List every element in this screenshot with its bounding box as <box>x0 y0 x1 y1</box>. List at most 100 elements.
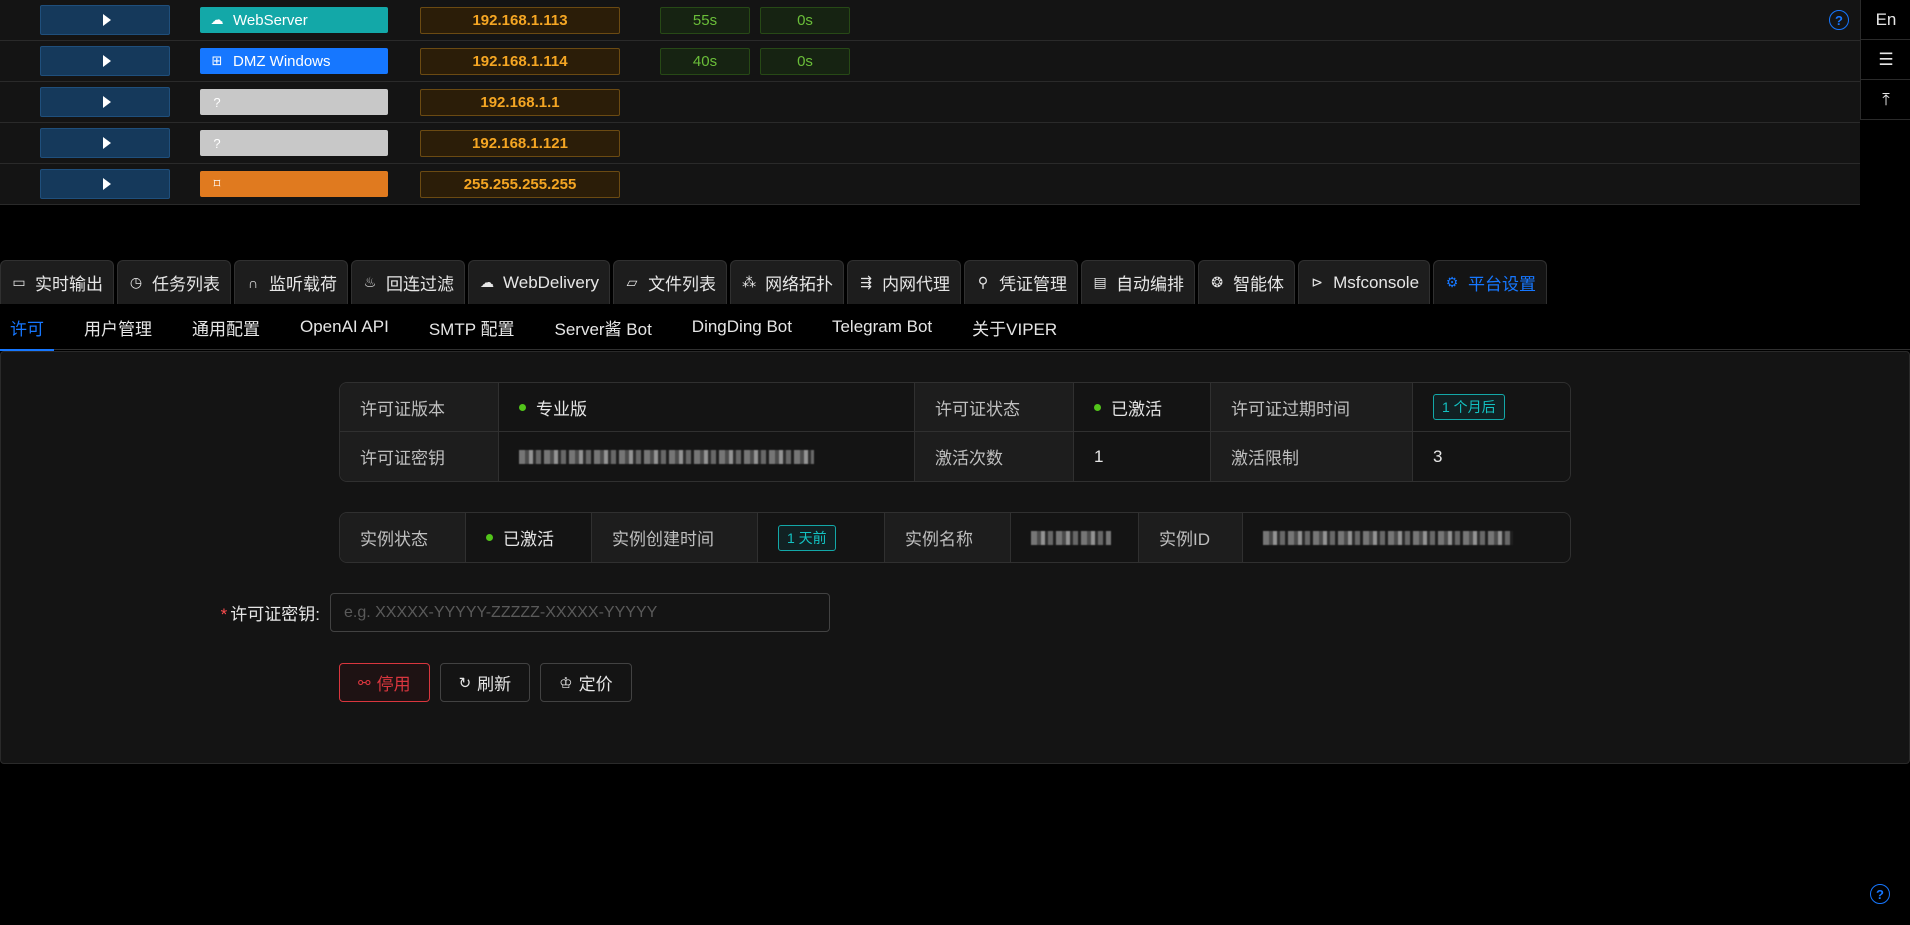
subtab-dingding-bot[interactable]: DingDing Bot <box>692 304 792 350</box>
instance-info: 实例状态 已激活 实例创建时间 1 天前 实例名称 实例ID <box>339 512 1571 563</box>
instance-created-label: 实例创建时间 <box>592 513 758 562</box>
license-key-form-row: * 许可证密钥: <box>200 593 830 632</box>
tab-listener-payload[interactable]: ∩ 监听载荷 <box>234 260 348 304</box>
play-icon[interactable] <box>40 87 170 117</box>
gear-icon: ⚙ <box>1445 274 1459 290</box>
instance-id-label: 实例ID <box>1139 513 1243 562</box>
ip-address[interactable]: 192.168.1.1 <box>420 89 620 116</box>
clock-icon: ◷ <box>129 274 143 290</box>
delay-time: 0s <box>760 48 850 75</box>
help-icon[interactable]: ? <box>1829 10 1849 30</box>
ip-address[interactable]: 192.168.1.114 <box>420 48 620 75</box>
tab-msfconsole[interactable]: ⊳ Msfconsole <box>1298 260 1431 304</box>
refresh-button[interactable]: ↻ 刷新 <box>439 663 531 702</box>
subtab-telegram-bot[interactable]: Telegram Bot <box>832 304 932 350</box>
expire-tag: 1 个月后 <box>1433 394 1505 420</box>
os-tag: ? <box>200 130 388 156</box>
tab-label: Msfconsole <box>1333 272 1420 292</box>
license-key-field-label: * 许可证密钥: <box>200 600 330 625</box>
os-tag: ⊞ DMZ Windows <box>200 48 388 74</box>
tab-webdelivery[interactable]: ☁ WebDelivery <box>468 260 611 304</box>
tab-label: 自动编排 <box>1116 275 1185 294</box>
subtab-about-viper[interactable]: 关于VIPER <box>972 304 1057 350</box>
crown-icon: ♔ <box>559 674 573 692</box>
main-tabs: ▭ 实时输出 ◷ 任务列表 ∩ 监听载荷 ♨ 回连过滤 ☁ WebDeliver… <box>0 260 1550 304</box>
ip-address[interactable]: 192.168.1.121 <box>420 130 620 157</box>
instance-status-label: 实例状态 <box>340 513 466 562</box>
tab-realtime-output[interactable]: ▭ 实时输出 <box>0 260 114 304</box>
activation-limit-label: 激活限制 <box>1211 432 1413 481</box>
tab-network-topology[interactable]: ⁂ 网络拓扑 <box>730 260 845 304</box>
host-row[interactable]: ? 192.168.1.121 <box>0 123 1860 164</box>
license-key-input[interactable] <box>330 593 830 632</box>
book-icon: ▤ <box>1093 274 1107 290</box>
align-left-icon[interactable]: ☰ <box>1861 40 1910 80</box>
topology-icon: ⁂ <box>742 274 757 290</box>
host-table: ☁ WebServer 192.168.1.113 55s 0s ⊞ DMZ W… <box>0 0 1860 205</box>
ip-address[interactable]: 255.255.255.255 <box>420 171 620 198</box>
headphones-icon: ∩ <box>247 274 259 291</box>
tab-label: 内网代理 <box>882 275 951 294</box>
tab-platform-settings[interactable]: ⚙ 平台设置 <box>1433 260 1548 304</box>
tab-callback-filter[interactable]: ♨ 回连过滤 <box>351 260 465 304</box>
tab-task-list[interactable]: ◷ 任务列表 <box>117 260 231 304</box>
button-label: 刷新 <box>477 675 512 694</box>
cloud-icon: ☁ <box>210 12 224 27</box>
os-label: DMZ Windows <box>233 52 331 70</box>
license-status-text: 已激活 <box>1111 399 1162 419</box>
play-icon[interactable] <box>40 128 170 158</box>
license-expire-label: 许可证过期时间 <box>1211 383 1413 432</box>
subtab-license[interactable]: 许可 <box>0 304 54 351</box>
field-label-text: 许可证密钥: <box>230 605 320 624</box>
proxy-icon: ⇶ <box>860 274 872 290</box>
subtab-openai-api[interactable]: OpenAI API <box>300 304 389 350</box>
tab-intranet-proxy[interactable]: ⇶ 内网代理 <box>847 260 962 304</box>
column-height-icon[interactable]: ⤒ <box>1861 80 1910 120</box>
host-row[interactable]: ☁ WebServer 192.168.1.113 55s 0s <box>0 0 1860 41</box>
tab-agent[interactable]: ❂ 智能体 <box>1198 260 1296 304</box>
redacted-license-key <box>519 449 814 464</box>
language-button[interactable]: En <box>1861 0 1910 40</box>
subtab-general-config[interactable]: 通用配置 <box>192 304 260 350</box>
host-row[interactable]: ? 192.168.1.1 <box>0 82 1860 123</box>
pricing-button[interactable]: ♔ 定价 <box>540 663 632 702</box>
license-version-value: 专业版 <box>499 383 915 432</box>
subtab-smtp-config[interactable]: SMTP 配置 <box>429 304 515 350</box>
deactivate-button[interactable]: ⚯ 停用 <box>339 663 430 702</box>
instance-status-value: 已激活 <box>466 513 592 562</box>
license-version-text: 专业版 <box>536 399 587 419</box>
fire-icon: ♨ <box>363 274 377 290</box>
redacted-instance-id <box>1263 530 1513 545</box>
tab-label: WebDelivery <box>503 272 600 292</box>
play-icon[interactable] <box>40 169 170 199</box>
tab-credential-management[interactable]: ⚲ 凭证管理 <box>964 260 1079 304</box>
license-expire-value: 1 个月后 <box>1413 383 1570 432</box>
host-row[interactable]: ⊞ DMZ Windows 192.168.1.114 40s 0s <box>0 41 1860 82</box>
license-version-label: 许可证版本 <box>340 383 499 432</box>
gateway-icon: ⌑ <box>213 176 221 191</box>
tab-auto-orchestration[interactable]: ▤ 自动编排 <box>1081 260 1196 304</box>
status-dot <box>486 534 493 541</box>
subtab-serverchan-bot[interactable]: Server酱 Bot <box>554 304 651 350</box>
button-label: 停用 <box>376 675 411 694</box>
tab-label: 实时输出 <box>35 275 103 294</box>
created-tag: 1 天前 <box>778 524 836 551</box>
question-icon: ? <box>213 135 221 151</box>
ip-address[interactable]: 192.168.1.113 <box>420 7 620 34</box>
side-toolbar: En ☰ ⤒ <box>1860 0 1910 120</box>
activation-limit-value: 3 <box>1413 432 1570 481</box>
instance-name-value <box>1011 513 1139 562</box>
subtab-user-management[interactable]: 用户管理 <box>84 304 152 350</box>
activation-count-label: 激活次数 <box>915 432 1074 481</box>
tab-label: 任务列表 <box>152 275 220 294</box>
host-row[interactable]: ⌑ 255.255.255.255 <box>0 164 1860 205</box>
os-tag: ⌑ <box>200 171 388 197</box>
windows-icon: ⊞ <box>211 53 223 68</box>
play-icon[interactable] <box>40 5 170 35</box>
tab-label: 智能体 <box>1233 275 1285 294</box>
tab-file-list[interactable]: ▱ 文件列表 <box>613 260 728 304</box>
help-icon[interactable]: ? <box>1870 884 1890 904</box>
os-label: WebServer <box>233 11 308 29</box>
play-icon[interactable] <box>40 46 170 76</box>
question-icon: ? <box>213 94 221 110</box>
